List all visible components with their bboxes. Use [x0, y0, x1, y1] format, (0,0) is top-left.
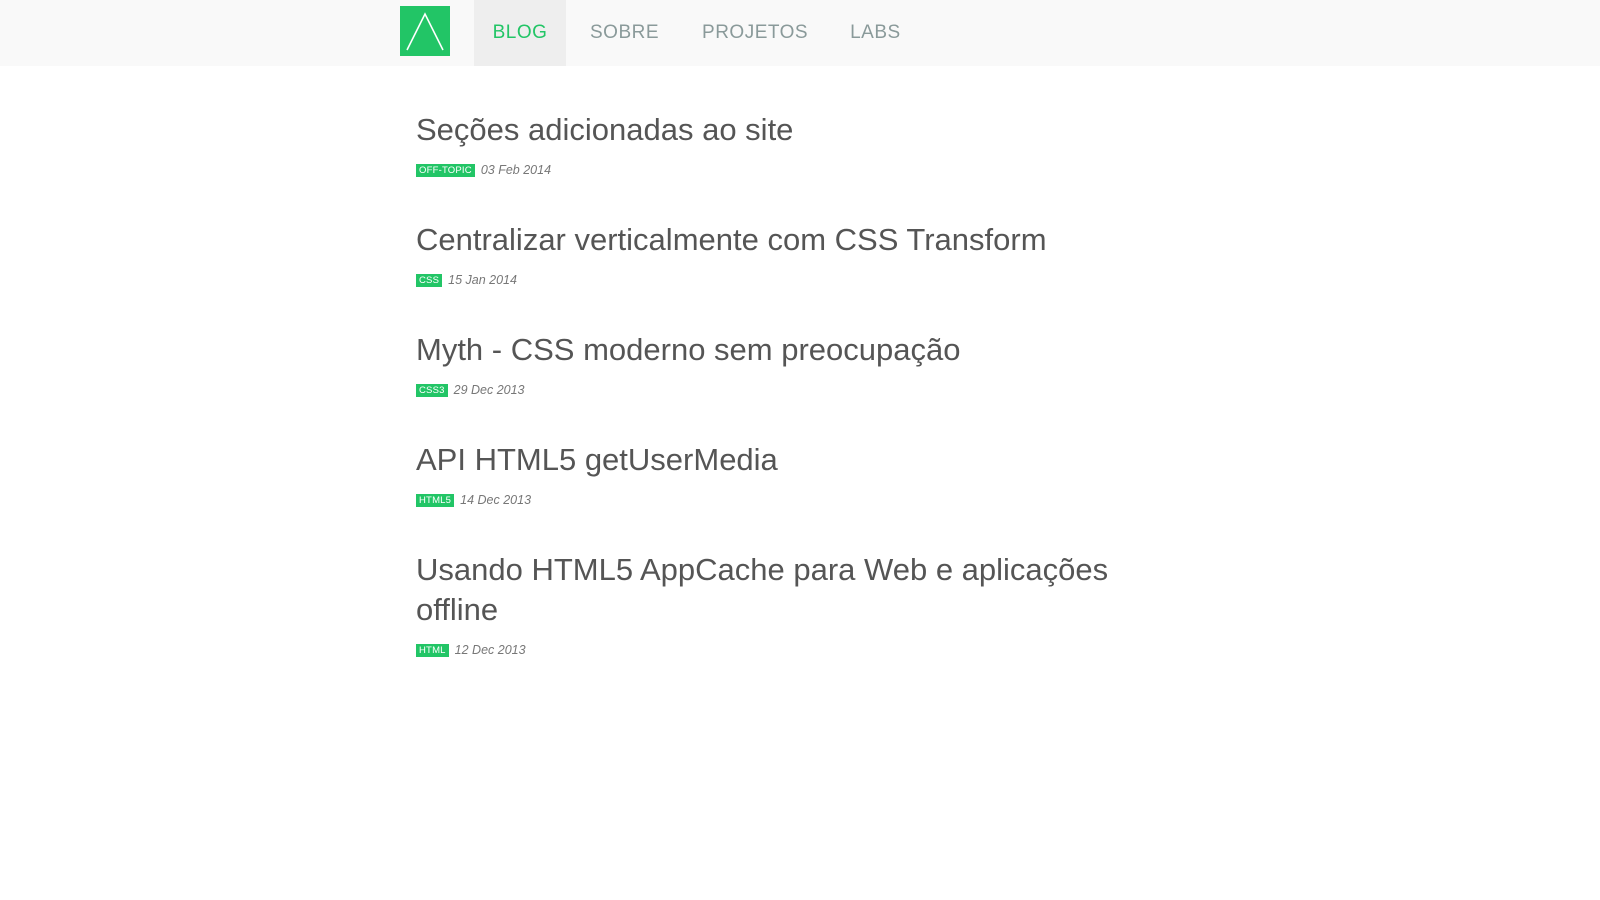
post-item: Seções adicionadas ao site OFF-TOPIC 03 …	[416, 110, 1176, 178]
post-tag-badge[interactable]: CSS3	[416, 383, 448, 397]
post-tag-badge[interactable]: OFF-TOPIC	[416, 163, 475, 177]
post-date: 12 Dec 2013	[454, 643, 526, 657]
post-meta: HTML 12 Dec 2013	[416, 642, 1176, 658]
post-item: Usando HTML5 AppCache para Web e aplicaç…	[416, 550, 1176, 658]
nav-item-projetos[interactable]: PROJETOS	[681, 0, 829, 66]
post-tag-badge[interactable]: CSS	[416, 273, 443, 287]
post-item: API HTML5 getUserMedia HTML5 14 Dec 2013	[416, 440, 1176, 508]
post-meta: CSS3 29 Dec 2013	[416, 382, 1176, 398]
post-date: 14 Dec 2013	[460, 493, 532, 507]
post-title-link[interactable]: API HTML5 getUserMedia	[416, 440, 1176, 480]
post-meta: CSS 15 Jan 2014	[416, 272, 1176, 288]
top-navbar: BLOG SOBRE PROJETOS LABS	[0, 0, 1600, 66]
nav-item-blog[interactable]: BLOG	[474, 0, 566, 66]
nav-item-sobre[interactable]: SOBRE	[566, 0, 681, 66]
post-item: Centralizar verticalmente com CSS Transf…	[416, 220, 1176, 288]
nav-item-labs[interactable]: LABS	[829, 0, 922, 66]
triangle-logo-icon[interactable]	[400, 6, 450, 56]
post-title-link[interactable]: Seções adicionadas ao site	[416, 110, 1176, 150]
post-tag-badge[interactable]: HTML	[416, 643, 449, 657]
post-date: 03 Feb 2014	[480, 163, 552, 177]
post-date: 29 Dec 2013	[453, 383, 525, 397]
post-title-link[interactable]: Myth - CSS moderno sem preocupação	[416, 330, 1176, 370]
post-meta: OFF-TOPIC 03 Feb 2014	[416, 162, 1176, 178]
post-date: 15 Jan 2014	[448, 273, 517, 287]
post-tag-badge[interactable]: HTML5	[416, 493, 455, 507]
post-title-link[interactable]: Centralizar verticalmente com CSS Transf…	[416, 220, 1176, 260]
post-title-link[interactable]: Usando HTML5 AppCache para Web e aplicaç…	[416, 550, 1176, 630]
post-list: Seções adicionadas ao site OFF-TOPIC 03 …	[416, 110, 1176, 700]
post-meta: HTML5 14 Dec 2013	[416, 492, 1176, 508]
main-nav: BLOG SOBRE PROJETOS LABS	[474, 0, 922, 66]
post-item: Myth - CSS moderno sem preocupação CSS3 …	[416, 330, 1176, 398]
